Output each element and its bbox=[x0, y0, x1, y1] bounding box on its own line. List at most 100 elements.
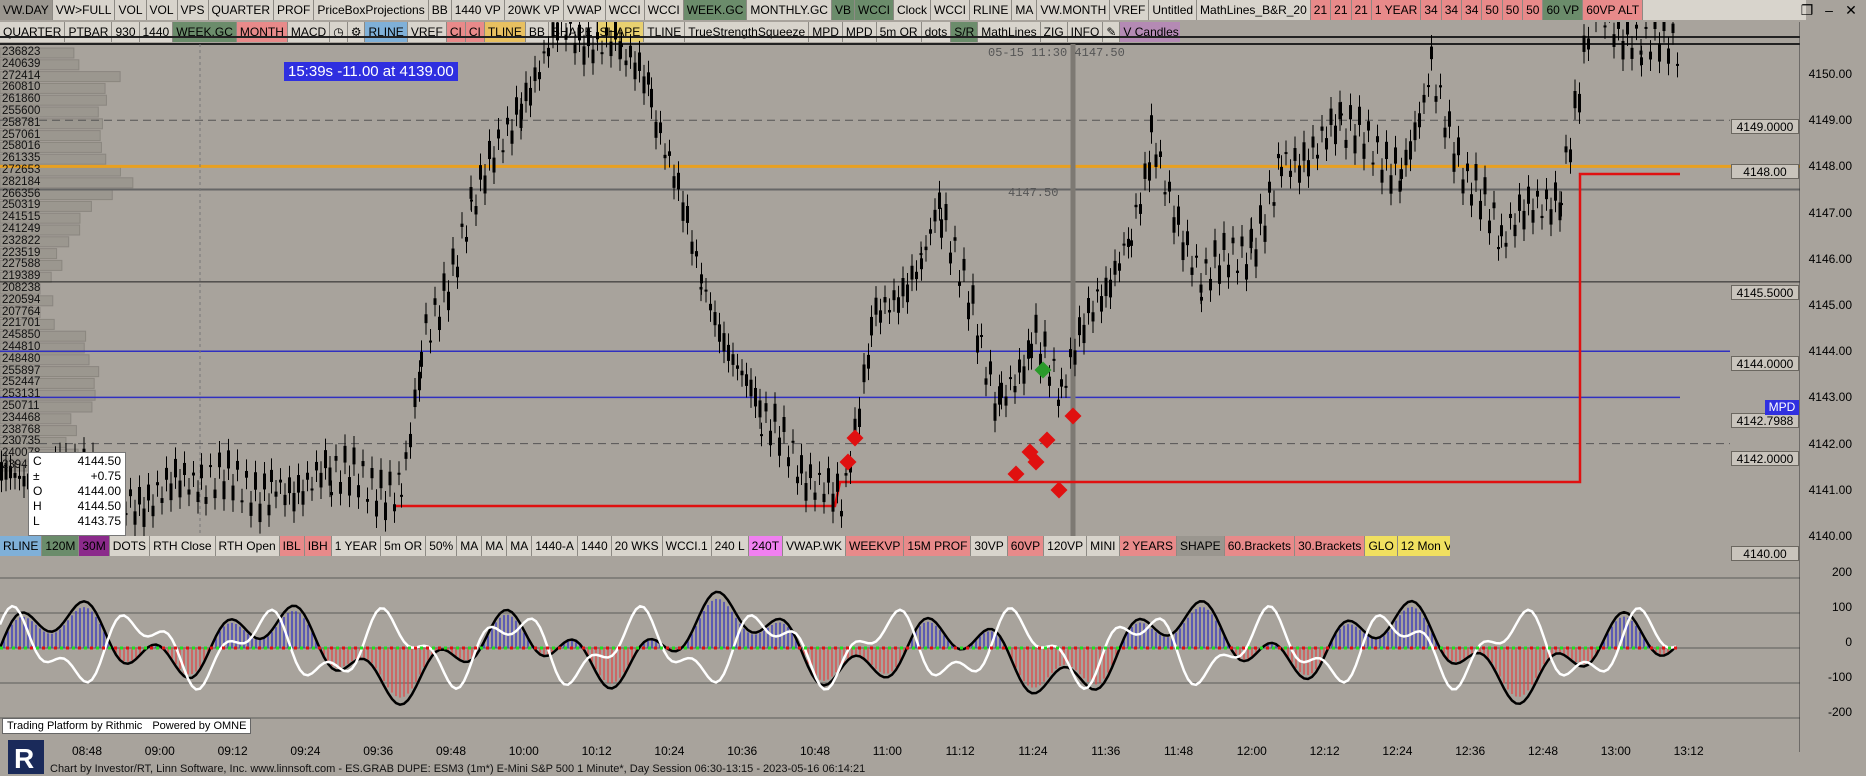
bottom-button-18[interactable]: 240 L bbox=[711, 536, 749, 556]
bottom-button-3[interactable]: DOTS bbox=[109, 536, 151, 556]
candle-body bbox=[1048, 376, 1051, 386]
top-button-33[interactable]: 50 bbox=[1482, 0, 1503, 20]
restore-icon[interactable]: ❐ bbox=[1796, 0, 1818, 20]
bottom-button-29[interactable]: 60.Brackets bbox=[1224, 536, 1296, 556]
top-button-13[interactable]: WCCI bbox=[644, 0, 684, 20]
bottom-button-5[interactable]: RTH Open bbox=[215, 536, 280, 556]
top-button-5[interactable]: QUARTER bbox=[208, 0, 274, 20]
top-button-18[interactable]: Clock bbox=[893, 0, 931, 20]
top-button-23[interactable]: VREF bbox=[1110, 0, 1150, 20]
candle-body bbox=[165, 467, 168, 480]
candle-body bbox=[1289, 170, 1292, 177]
bottom-button-7[interactable]: IBH bbox=[304, 536, 332, 556]
bottom-button-21[interactable]: WEEKVP bbox=[846, 536, 905, 556]
candle-body bbox=[933, 209, 937, 222]
top-button-6[interactable]: PROF bbox=[273, 0, 315, 20]
bottom-button-23[interactable]: 30VP bbox=[971, 536, 1008, 556]
top-button-20[interactable]: RLINE bbox=[970, 0, 1013, 20]
bottom-button-15[interactable]: 1440 bbox=[577, 536, 612, 556]
close-icon[interactable]: ✕ bbox=[1840, 0, 1862, 20]
time-axis-label: 08:48 bbox=[72, 744, 103, 758]
bottom-button-13[interactable]: MA bbox=[507, 536, 533, 556]
top-button-11[interactable]: VWAP bbox=[563, 0, 606, 20]
top-button-30[interactable]: 34 bbox=[1421, 0, 1442, 20]
candle-body bbox=[556, 22, 559, 41]
top-button-4[interactable]: VPS bbox=[177, 0, 209, 20]
bottom-button-17[interactable]: WCCI.1 bbox=[662, 536, 712, 556]
bottom-button-19[interactable]: 240T bbox=[748, 536, 784, 556]
top-button-7[interactable]: PriceBoxProjections bbox=[314, 0, 429, 20]
top-button-16[interactable]: VB bbox=[831, 0, 855, 20]
candle-body bbox=[22, 476, 26, 487]
bottom-button-6[interactable]: IBL bbox=[279, 536, 305, 556]
candle-body bbox=[749, 379, 753, 397]
top-button-14[interactable]: WEEK.GC bbox=[683, 0, 748, 20]
bottom-button-2[interactable]: 30M bbox=[79, 536, 110, 556]
bottom-button-1[interactable]: 120M bbox=[42, 536, 80, 556]
top-button-27[interactable]: 21 bbox=[1331, 0, 1352, 20]
top-button-36[interactable]: 60 VP bbox=[1543, 0, 1584, 20]
bottom-button-12[interactable]: MA bbox=[482, 536, 508, 556]
top-button-10[interactable]: 20WK VP bbox=[504, 0, 564, 20]
candle-body bbox=[582, 46, 586, 65]
top-button-25[interactable]: MathLines_B&R_20 bbox=[1197, 0, 1311, 20]
top-button-19[interactable]: WCCI bbox=[931, 0, 970, 20]
top-button-32[interactable]: 34 bbox=[1462, 0, 1483, 20]
bottom-button-10[interactable]: 50% bbox=[426, 536, 458, 556]
bottom-button-11[interactable]: MA bbox=[457, 536, 483, 556]
bottom-button-24[interactable]: 60VP bbox=[1007, 536, 1045, 556]
candle-body bbox=[1218, 265, 1221, 284]
candle-body bbox=[647, 72, 650, 85]
candle-body bbox=[906, 284, 909, 303]
candle-body bbox=[605, 27, 608, 36]
bottom-button-30[interactable]: 30.Brackets bbox=[1295, 536, 1366, 556]
candle-body bbox=[600, 52, 604, 55]
top-button-26[interactable]: 21 bbox=[1310, 0, 1332, 20]
price-chart[interactable] bbox=[0, 22, 1800, 752]
top-button-1[interactable]: VW>FULL bbox=[52, 0, 116, 20]
candle-body bbox=[1630, 47, 1634, 59]
top-button-17[interactable]: WCCI bbox=[854, 0, 894, 20]
bottom-button-4[interactable]: RTH Close bbox=[150, 536, 216, 556]
time-axis-label: 12:12 bbox=[1309, 744, 1340, 758]
top-button-29[interactable]: 1 YEAR bbox=[1371, 0, 1422, 20]
minimize-icon[interactable]: – bbox=[1818, 0, 1840, 20]
top-button-21[interactable]: MA bbox=[1012, 0, 1038, 20]
candle-body bbox=[1676, 63, 1679, 66]
bottom-button-26[interactable]: MINI bbox=[1087, 536, 1120, 556]
bottom-button-22[interactable]: 15M PROF bbox=[904, 536, 972, 556]
top-button-24[interactable]: Untitled bbox=[1149, 0, 1198, 20]
top-button-22[interactable]: VW.MONTH bbox=[1037, 0, 1111, 20]
bottom-button-31[interactable]: GLO bbox=[1365, 536, 1398, 556]
top-button-35[interactable]: 50 bbox=[1523, 0, 1544, 20]
bottom-button-0[interactable]: RLINE bbox=[0, 536, 43, 556]
bottom-button-27[interactable]: 2 YEARS bbox=[1119, 536, 1177, 556]
bottom-button-14[interactable]: 1440-A bbox=[532, 536, 578, 556]
bottom-button-28[interactable]: SHAPE bbox=[1177, 536, 1225, 556]
top-button-31[interactable]: 34 bbox=[1441, 0, 1463, 20]
bottom-button-16[interactable]: 20 WKS bbox=[611, 536, 663, 556]
top-button-28[interactable]: 21 bbox=[1351, 0, 1372, 20]
top-button-2[interactable]: VOL bbox=[115, 0, 147, 20]
top-button-0[interactable]: VW.DAY bbox=[0, 0, 53, 20]
chart-canvas[interactable] bbox=[0, 22, 1800, 752]
candle-body bbox=[672, 176, 676, 188]
top-button-12[interactable]: WCCI bbox=[605, 0, 645, 20]
top-button-37[interactable]: 60VP ALT bbox=[1583, 0, 1644, 20]
candle-body bbox=[1200, 296, 1203, 301]
candle-body bbox=[1139, 204, 1142, 214]
bottom-button-20[interactable]: VWAP.WK bbox=[783, 536, 847, 556]
bottom-button-32[interactable]: 12 Mon VP bbox=[1397, 536, 1450, 556]
bottom-button-9[interactable]: 5m OR bbox=[381, 536, 427, 556]
bottom-button-8[interactable]: 1 YEAR bbox=[331, 536, 382, 556]
top-button-3[interactable]: VOL bbox=[146, 0, 178, 20]
top-button-15[interactable]: MONTHLY.GC bbox=[747, 0, 832, 20]
top-button-9[interactable]: 1440 VP bbox=[451, 0, 505, 20]
top-button-8[interactable]: BB bbox=[428, 0, 452, 20]
bottom-button-25[interactable]: 120VP bbox=[1044, 536, 1088, 556]
candle-body bbox=[573, 43, 577, 54]
time-axis-label: 11:12 bbox=[945, 744, 975, 758]
top-button-34[interactable]: 50 bbox=[1502, 0, 1524, 20]
candle-body bbox=[980, 335, 983, 338]
candle-body bbox=[1172, 217, 1176, 233]
